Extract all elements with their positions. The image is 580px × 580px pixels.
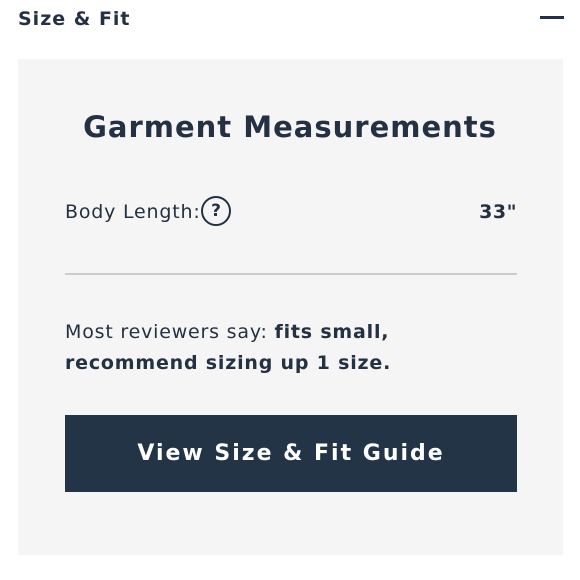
reviewer-summary: Most reviewers say: fits small, recommen… xyxy=(65,317,517,379)
measurement-label: Body Length: xyxy=(65,201,201,223)
size-fit-accordion-header[interactable]: Size & Fit xyxy=(0,0,580,40)
reviewer-summary-prefix: Most reviewers say: xyxy=(65,321,275,343)
body-length-row: Body Length: ? 33" xyxy=(65,196,517,228)
view-size-guide-button[interactable]: View Size & Fit Guide xyxy=(65,415,517,492)
accordion-title: Size & Fit xyxy=(18,8,131,30)
question-circle-icon[interactable]: ? xyxy=(201,196,231,226)
divider xyxy=(65,273,517,275)
minus-icon[interactable] xyxy=(540,16,564,19)
panel-title: Garment Measurements xyxy=(83,110,497,144)
measurement-value: 33" xyxy=(479,201,517,223)
